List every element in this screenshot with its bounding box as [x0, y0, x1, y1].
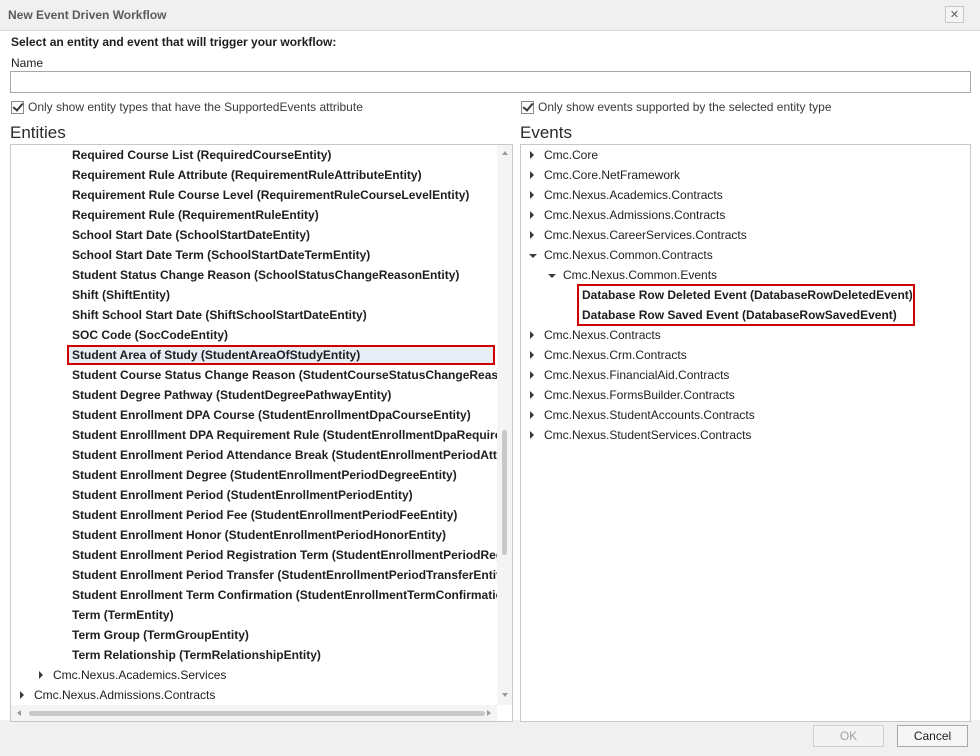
name-label: Name: [11, 56, 44, 70]
entities-horizontal-scrollbar[interactable]: [11, 705, 497, 721]
entity-filter-label: Only show entity types that have the Sup…: [28, 100, 363, 114]
tree-item[interactable]: Cmc.Core.NetFramework: [544, 165, 680, 185]
expand-arrow-icon[interactable]: [530, 171, 534, 179]
entity-filter-checkbox[interactable]: [11, 100, 24, 114]
instruction-heading: Select an entity and event that will tri…: [11, 35, 337, 49]
events-title: Events: [520, 123, 572, 142]
tree-item[interactable]: Cmc.Nexus.StudentServices.Contracts: [544, 425, 751, 445]
expand-arrow-icon[interactable]: [530, 411, 534, 419]
tree-item[interactable]: Student Enrolllment DPA Requirement Rule…: [72, 425, 512, 445]
event-filter-checkbox[interactable]: [521, 100, 534, 114]
expand-arrow-icon[interactable]: [530, 351, 534, 359]
tree-item[interactable]: SOC Code (SocCodeEntity): [72, 325, 228, 345]
scroll-left-icon[interactable]: [17, 710, 21, 716]
tree-item[interactable]: Cmc.Nexus.Admissions.Contracts: [34, 685, 215, 705]
event-filter-label: Only show events supported by the select…: [538, 100, 832, 114]
tree-item[interactable]: Cmc.Nexus.Academics.Contracts: [544, 185, 723, 205]
entities-tree[interactable]: Required Course List (RequiredCourseEnti…: [10, 144, 513, 722]
tree-item[interactable]: Student Enrollment Period Transfer (Stud…: [72, 565, 511, 585]
scroll-right-icon[interactable]: [487, 710, 491, 716]
tree-item[interactable]: Student Enrollment Period Registration T…: [72, 545, 512, 565]
tree-item[interactable]: Student Status Change Reason (SchoolStat…: [72, 265, 459, 285]
tree-item[interactable]: Shift School Start Date (ShiftSchoolStar…: [72, 305, 367, 325]
tree-item[interactable]: Cmc.Nexus.Crm.Contracts: [544, 345, 687, 365]
tree-item[interactable]: Student Enrollment Period Fee (StudentEn…: [72, 505, 457, 525]
tree-item[interactable]: Cmc.Nexus.Academics.Services: [53, 665, 226, 685]
entities-horizontal-scroll-thumb[interactable]: [29, 711, 485, 716]
selected-tree-item[interactable]: Student Area of Study (StudentAreaOfStud…: [72, 345, 360, 365]
expand-arrow-icon[interactable]: [530, 211, 534, 219]
expand-arrow-icon[interactable]: [530, 391, 534, 399]
tree-item[interactable]: Cmc.Nexus.CareerServices.Contracts: [544, 225, 747, 245]
tree-item[interactable]: Cmc.Nexus.Common.Contracts: [544, 245, 713, 265]
highlight-annotation-box: [577, 284, 915, 326]
ok-button[interactable]: OK: [813, 725, 884, 747]
tree-item[interactable]: Student Enrollment Honor (StudentEnrollm…: [72, 525, 446, 545]
tree-item[interactable]: Required Course List (RequiredCourseEnti…: [72, 145, 331, 165]
cancel-button-label: Cancel: [913, 729, 952, 743]
tree-item[interactable]: Student Course Status Change Reason (Stu…: [72, 365, 512, 385]
tree-item[interactable]: Student Enrollment Term Confirmation (St…: [72, 585, 512, 605]
event-filter-row[interactable]: Only show events supported by the select…: [521, 100, 832, 114]
entities-vertical-scrollbar[interactable]: [497, 145, 512, 705]
close-icon: ✕: [949, 9, 960, 21]
tree-item[interactable]: Cmc.Nexus.StudentAccounts.Contracts: [544, 405, 755, 425]
title-bar: New Event Driven Workflow ✕: [0, 0, 980, 30]
expand-arrow-icon[interactable]: [530, 371, 534, 379]
tree-item[interactable]: Student Enrollment Degree (StudentEnroll…: [72, 465, 457, 485]
tree-item[interactable]: Cmc.Nexus.FinancialAid.Contracts: [544, 365, 729, 385]
tree-item[interactable]: Student Enrollment Period (StudentEnroll…: [72, 485, 413, 505]
scroll-up-icon[interactable]: [502, 151, 508, 155]
tree-item[interactable]: Term Group (TermGroupEntity): [72, 625, 249, 645]
collapse-arrow-icon[interactable]: [529, 254, 537, 258]
dialog-content: Select an entity and event that will tri…: [0, 30, 980, 722]
tree-item[interactable]: Requirement Rule Course Level (Requireme…: [72, 185, 469, 205]
tree-item[interactable]: Shift (ShiftEntity): [72, 285, 170, 305]
tree-item[interactable]: Cmc.Nexus.FormsBuilder.Contracts: [544, 385, 735, 405]
close-button[interactable]: ✕: [945, 6, 964, 23]
cancel-button[interactable]: Cancel: [897, 725, 968, 747]
expand-arrow-icon[interactable]: [530, 231, 534, 239]
tree-item[interactable]: Student Degree Pathway (StudentDegreePat…: [72, 385, 391, 405]
entity-filter-row[interactable]: Only show entity types that have the Sup…: [11, 100, 363, 114]
tree-item[interactable]: Student Enrollment DPA Course (StudentEn…: [72, 405, 471, 425]
expand-arrow-icon[interactable]: [530, 191, 534, 199]
name-input[interactable]: [10, 71, 971, 93]
tree-item[interactable]: Term Relationship (TermRelationshipEntit…: [72, 645, 321, 665]
entities-title: Entities: [10, 123, 66, 142]
collapse-arrow-icon[interactable]: [548, 274, 556, 278]
expand-arrow-icon[interactable]: [39, 671, 43, 679]
tree-item[interactable]: Term (TermEntity): [72, 605, 174, 625]
tree-item[interactable]: Cmc.Core: [544, 145, 598, 165]
tree-item[interactable]: Student Enrollment Period Attendance Bre…: [72, 445, 512, 465]
tree-item[interactable]: Cmc.Nexus.Common.Events: [563, 265, 717, 285]
tree-item[interactable]: Cmc.Nexus.Admissions.Contracts: [544, 205, 725, 225]
window-title: New Event Driven Workflow: [8, 8, 167, 22]
tree-item[interactable]: Cmc.Nexus.Contracts: [544, 325, 661, 345]
tree-item[interactable]: School Start Date Term (SchoolStartDateT…: [72, 245, 370, 265]
expand-arrow-icon[interactable]: [530, 431, 534, 439]
events-tree[interactable]: Cmc.Core Cmc.Core.NetFramework Cmc.Nexus.A…: [520, 144, 971, 722]
tree-item[interactable]: School Start Date (SchoolStartDateEntity…: [72, 225, 310, 245]
tree-item[interactable]: Requirement Rule (RequirementRuleEntity): [72, 205, 319, 225]
expand-arrow-icon[interactable]: [530, 331, 534, 339]
entities-vertical-scroll-thumb[interactable]: [502, 430, 507, 555]
ok-button-label: OK: [839, 729, 858, 743]
expand-arrow-icon[interactable]: [20, 691, 24, 699]
scroll-down-icon[interactable]: [502, 693, 508, 697]
tree-item[interactable]: Requirement Rule Attribute (RequirementR…: [72, 165, 422, 185]
expand-arrow-icon[interactable]: [530, 151, 534, 159]
